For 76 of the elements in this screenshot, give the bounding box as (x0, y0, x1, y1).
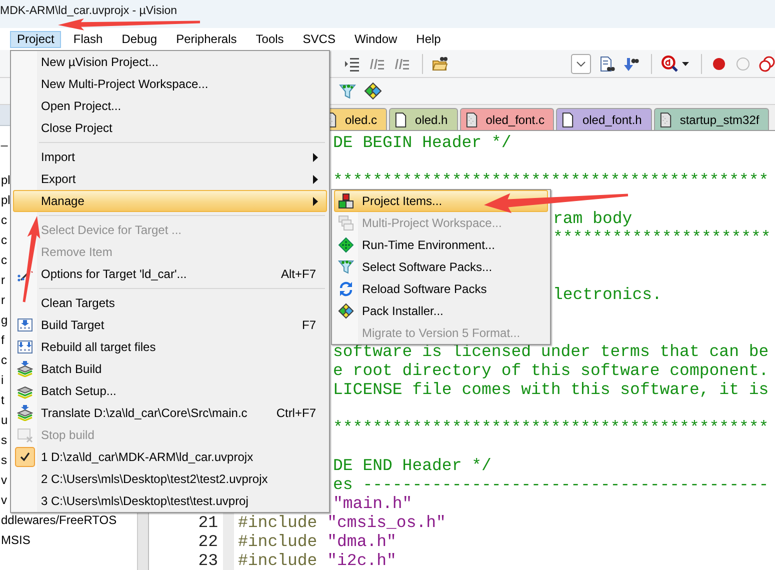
menu-item[interactable]: Build Target F7 (13, 314, 327, 336)
colored-blocks-icon (338, 193, 354, 209)
window-title: MDK-ARM\ld_car.uvprojx - µVision (0, 4, 178, 18)
layers-arrow-icon (17, 361, 33, 377)
document-icon (660, 112, 672, 128)
folder-binoculars-icon[interactable] (432, 56, 448, 72)
file-tab[interactable]: oled.h (389, 108, 458, 130)
code-line: DE BEGIN Header */ (333, 133, 512, 152)
code-line: software is licensed under terms that can be (333, 342, 769, 361)
document-binoculars-icon[interactable] (599, 56, 615, 72)
menu-item[interactable]: Export (13, 168, 327, 190)
code-line: ********************** (553, 228, 771, 247)
breakpoint-icon[interactable] (711, 56, 727, 72)
line-number: 21 (198, 513, 218, 532)
funnel-icon (338, 259, 354, 275)
code-line: #include "cmsis_os.h" (238, 513, 446, 532)
reload-icon (338, 281, 354, 297)
menu-bar-item[interactable]: Project (10, 30, 62, 48)
menu-bar-item[interactable]: Tools (248, 30, 291, 48)
menu-bar-item[interactable]: Window (347, 30, 404, 48)
line-number: 22 (198, 532, 218, 551)
menu-bar-item[interactable]: SVCS (296, 30, 342, 48)
code-line: e root directory of this software component. (333, 361, 769, 380)
menu-item[interactable]: Clean Targets (13, 292, 327, 314)
menu-item[interactable]: Batch Build (13, 358, 327, 380)
menu-item[interactable]: Translate D:\za\ld_car\Core\Src\main.c Ctrl+F7 (13, 402, 327, 424)
code-line: ******************************************** (333, 171, 769, 190)
code-line: #include "dma.h" (238, 532, 396, 551)
arrow-binoculars-icon[interactable] (623, 56, 639, 72)
menu-item[interactable]: Select Software Packs... (334, 256, 548, 278)
menu-bar-item[interactable]: Peripherals (169, 30, 244, 48)
menu-item[interactable]: Batch Setup... (13, 380, 327, 402)
code-line: DE END Header */ (333, 456, 492, 475)
code-line: es ----------------------------------------- (333, 475, 769, 494)
dropdown-button[interactable] (571, 54, 591, 74)
document-icon (466, 112, 478, 128)
tree-item[interactable]: ddlewares/FreeRTOS (0, 510, 137, 530)
menu-item[interactable]: Pack Installer... (334, 300, 548, 322)
document-icon (562, 112, 574, 128)
layers-arrow-icon (17, 405, 33, 421)
code-line: LICENSE file comes with this software, it is (333, 380, 769, 399)
line-number: 23 (198, 551, 218, 570)
code-line: ******************************************** (333, 418, 769, 437)
menu-item[interactable]: 2 C:\Users\mls\Desktop\test2\test2.uvprojx (13, 468, 327, 490)
menu-item[interactable]: Manage (13, 190, 327, 212)
menu-item[interactable]: New Multi-Project Workspace... (13, 73, 327, 95)
file-tab[interactable]: startup_stm32f (654, 108, 770, 130)
build-icon (17, 317, 33, 333)
grid-cross-icon (17, 427, 33, 443)
menu-item[interactable]: Import (13, 146, 327, 168)
code-line: #include "i2c.h" (238, 551, 396, 570)
caret-icon[interactable] (682, 62, 689, 66)
menu-bar-item[interactable]: Help (409, 30, 448, 48)
code-line: ram body (553, 209, 632, 228)
document-icon (395, 112, 408, 128)
tree-item[interactable]: MSIS (0, 530, 137, 550)
menu-item[interactable]: 3 C:\Users\mls\Desktop\test\test.uvproj (13, 490, 327, 512)
stacked-windows-icon (338, 215, 354, 231)
packs-icon (338, 303, 354, 319)
menu-item[interactable]: Run-Time Environment... (334, 234, 548, 256)
file-tab[interactable]: oled_font.c (460, 108, 554, 130)
menu-bar-item[interactable]: Flash (66, 30, 110, 48)
funnel-icon[interactable] (339, 82, 356, 100)
diamond-icon (338, 237, 354, 253)
rebuild-icon (17, 339, 33, 355)
menu-item[interactable]: 1 D:\za\ld_car\MDK-ARM\ld_car.uvprojx (13, 446, 327, 468)
code-line: "main.h" (333, 494, 412, 513)
file-tab[interactable]: oled_font.h (556, 108, 652, 130)
code-line: lectronics. (553, 285, 662, 304)
indent-icon[interactable] (344, 56, 360, 72)
menu-item[interactable]: Rebuild all target files (13, 336, 327, 358)
menu-bar-item[interactable]: Debug (114, 30, 164, 48)
packs-icon[interactable] (364, 82, 382, 100)
magnifier-icon[interactable] (661, 55, 678, 72)
menu-item[interactable]: Reload Software Packs (334, 278, 548, 300)
rings-icon[interactable] (759, 56, 775, 72)
